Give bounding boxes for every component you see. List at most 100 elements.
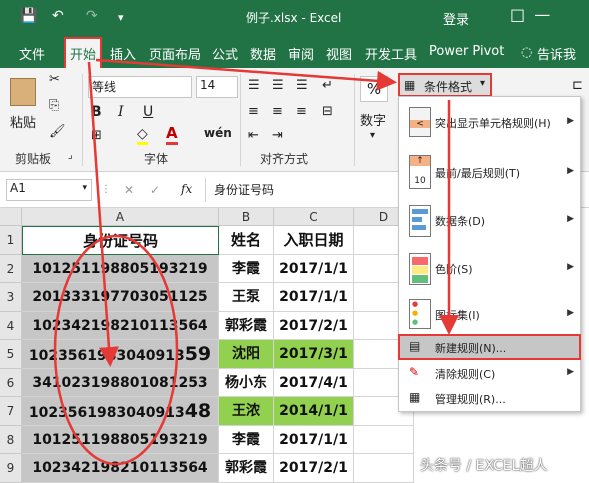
align-center-icon[interactable]: ≡	[272, 104, 283, 119]
row-header[interactable]: 4	[0, 311, 22, 340]
tab-power-pivot[interactable]: Power Pivot	[429, 44, 504, 59]
table-cell[interactable]: 杨小东	[219, 368, 274, 397]
table-cell[interactable]: 2017/1/1	[274, 425, 354, 454]
table-cell[interactable]: 李霞	[219, 254, 274, 283]
table-cell[interactable]: 郭彩霞	[219, 311, 274, 340]
tab-data[interactable]: 数据	[250, 44, 276, 63]
font-name-box[interactable]: 等线	[88, 76, 192, 98]
menu-item-highlight-cells-rules[interactable]: < 突出显示单元格规则(H) ▶	[399, 97, 580, 149]
row-header[interactable]: 6	[0, 368, 22, 397]
conditional-formatting-button[interactable]: ▦ 条件格式 ▾	[398, 73, 492, 97]
redo-icon[interactable]: ↷	[86, 8, 98, 24]
tab-home[interactable]: 开始	[63, 37, 103, 70]
table-cell[interactable]: 2017/2/1	[274, 311, 354, 340]
table-cell[interactable]: 沈阳	[219, 340, 274, 369]
row-header[interactable]: 5	[0, 340, 22, 369]
table-cell[interactable]: 2017/1/1	[274, 283, 354, 312]
row-header[interactable]: 3	[0, 283, 22, 312]
column-header-b[interactable]: B	[219, 208, 274, 226]
tab-review[interactable]: 审阅	[288, 44, 314, 63]
wrap-text-icon[interactable]: ↵	[322, 78, 333, 93]
border-icon[interactable]: ⊞	[91, 128, 102, 143]
header-cell[interactable]: 身份证号码	[22, 226, 219, 255]
lightbulb-icon[interactable]: ◌	[521, 45, 532, 60]
table-cell[interactable]: 101251198805193219	[22, 425, 219, 454]
row-header[interactable]: 8	[0, 425, 22, 454]
tab-developer[interactable]: 开发工具	[365, 44, 417, 63]
row-header[interactable]: 7	[0, 397, 22, 426]
percent-icon[interactable]: %	[360, 76, 388, 102]
table-cell[interactable]: 王泵	[219, 283, 274, 312]
insert-function-icon[interactable]: fx	[181, 182, 192, 196]
clipboard-launcher-icon[interactable]: ⌟	[68, 150, 73, 161]
decrease-indent-icon[interactable]: ⇤	[248, 128, 259, 143]
cancel-icon[interactable]: ✕	[124, 183, 134, 197]
align-top-icon[interactable]: ☰	[248, 78, 260, 93]
table-cell[interactable]: 2017/2/1	[274, 454, 354, 483]
table-cell[interactable]: 102356198304091359	[22, 340, 219, 369]
table-cell[interactable]: 2014/1/1	[274, 397, 354, 426]
column-header-c[interactable]: C	[274, 208, 354, 226]
paste-button[interactable]: 粘贴	[10, 112, 36, 131]
table-cell[interactable]: 101251198805193219	[22, 254, 219, 283]
select-all-corner[interactable]	[0, 208, 22, 226]
table-cell[interactable]: 341023198801081253	[22, 368, 219, 397]
italic-button[interactable]: I	[118, 104, 124, 120]
save-icon[interactable]: 💾	[20, 8, 37, 24]
table-cell[interactable]: 王浓	[219, 397, 274, 426]
table-cell[interactable]: 102356198304091348	[22, 397, 219, 426]
table-cell[interactable]: 201333197703051125	[22, 283, 219, 312]
table-cell[interactable]: 李霞	[219, 425, 274, 454]
merge-icon[interactable]: ⊟	[322, 104, 333, 119]
name-box[interactable]: A1 ▾	[6, 179, 92, 201]
phonetic-button[interactable]: wén	[204, 126, 232, 140]
header-cell[interactable]: 入职日期	[274, 226, 354, 255]
tab-page-layout[interactable]: 页面布局	[149, 44, 201, 63]
window-controls[interactable]: □ —	[510, 5, 552, 24]
table-cell[interactable]: 2017/4/1	[274, 368, 354, 397]
copy-icon[interactable]: ⎘	[49, 98, 59, 113]
menu-item-icon-sets[interactable]: ● ● ● 图标集(I) ▶	[399, 295, 580, 335]
font-size-box[interactable]: 14	[196, 76, 238, 98]
menu-item-manage-rules[interactable]: ▦ 管理规则(R)...	[399, 386, 580, 410]
tab-tell-me[interactable]: 告诉我	[537, 44, 576, 63]
menu-item-clear-rules[interactable]: ✎ 清除规则(C) ▶	[399, 361, 580, 385]
bold-button[interactable]: B	[91, 104, 102, 120]
login-button[interactable]: 登录	[443, 9, 469, 28]
align-bottom-icon[interactable]: ☰	[296, 78, 308, 93]
underline-button[interactable]: U	[143, 104, 153, 120]
number-dropdown-icon[interactable]: ▾	[370, 130, 375, 141]
formula-input[interactable]: 身份证号码	[205, 178, 397, 202]
align-middle-icon[interactable]: ☰	[272, 78, 284, 93]
tab-view[interactable]: 视图	[326, 44, 352, 63]
table-cell[interactable]: 102342198210113564	[22, 454, 219, 483]
table-cell[interactable]: 2017/1/1	[274, 254, 354, 283]
tab-file[interactable]: 文件	[19, 44, 45, 63]
menu-item-new-rule[interactable]: ▤ 新建规则(N)...	[398, 334, 581, 360]
number-format-button[interactable]: 数字	[360, 110, 386, 129]
cut-icon[interactable]: ✂	[49, 72, 60, 87]
align-right-icon[interactable]: ≡	[296, 104, 307, 119]
menu-item-data-bars[interactable]: 数据条(D) ▶	[399, 199, 580, 247]
empty-cell[interactable]	[354, 425, 414, 454]
row-header[interactable]: 1	[0, 226, 22, 255]
row-header[interactable]: 2	[0, 254, 22, 283]
row-header[interactable]: 9	[0, 454, 22, 483]
fill-color-icon[interactable]: ◇	[137, 126, 148, 145]
menu-item-top-bottom-rules[interactable]: ↑ 10 最前/最后规则(T) ▶	[399, 149, 580, 199]
paste-icon[interactable]	[10, 78, 36, 106]
align-left-icon[interactable]: ≡	[248, 104, 259, 119]
confirm-icon[interactable]: ✓	[150, 183, 160, 197]
table-cell[interactable]: 102342198210113564	[22, 311, 219, 340]
column-header-a[interactable]: A	[22, 208, 219, 226]
table-cell[interactable]: 2017/3/1	[274, 340, 354, 369]
table-cell[interactable]: 郭彩霞	[219, 454, 274, 483]
tab-insert[interactable]: 插入	[110, 44, 136, 63]
font-color-button[interactable]: A	[166, 124, 178, 145]
menu-item-color-scales[interactable]: 色阶(S) ▶	[399, 247, 580, 295]
customize-quick-access-icon[interactable]: ▾	[118, 11, 124, 24]
tab-formulas[interactable]: 公式	[212, 44, 238, 63]
styles-scroll-icon[interactable]: ⊏	[572, 78, 583, 93]
format-painter-icon[interactable]: 🖌	[49, 124, 66, 139]
empty-cell[interactable]	[354, 454, 414, 483]
